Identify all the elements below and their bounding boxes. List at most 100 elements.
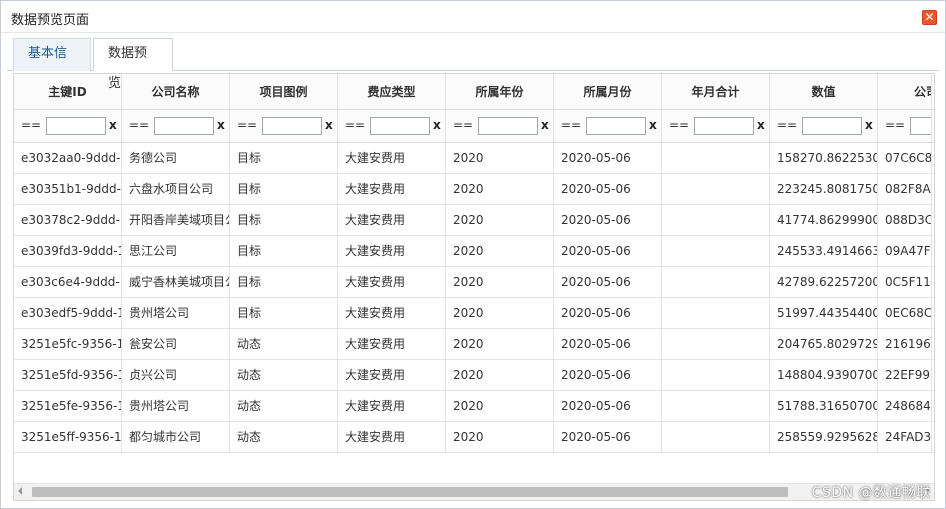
table-cell: 大建安费用 (338, 174, 446, 204)
clear-filter-icon[interactable]: x (541, 118, 549, 132)
table-cell: 六盘水项目公司 (122, 174, 230, 204)
table-row[interactable]: 3251e5ff-9356-11 都匀城市公司 动态 大建安费用 2020 2020-05… (14, 422, 934, 453)
table-cell: 2020-05-06 (554, 174, 662, 204)
column-header[interactable]: 数值 (770, 74, 878, 109)
table-row[interactable]: e30378c2-9ddd-11开阳香岸美域项目公司目标大建安费用2020202… (14, 205, 934, 236)
clear-filter-icon[interactable]: x (865, 118, 873, 132)
filter-input[interactable] (586, 117, 646, 135)
table-cell: 2020 (446, 236, 554, 266)
table-cell: 223245.80817500 (770, 174, 878, 204)
filter-input[interactable] (370, 117, 430, 135)
close-button[interactable]: ✕ (922, 10, 937, 25)
column-header[interactable]: 所属月份 (554, 74, 662, 109)
table-cell (662, 298, 770, 328)
table-cell: 目标 (230, 205, 338, 235)
filter-input[interactable] (694, 117, 754, 135)
table-row[interactable]: e30351b1-9ddd-11六盘水项目公司目标大建安费用20202020-0… (14, 174, 934, 205)
filter-input[interactable] (478, 117, 538, 135)
table-cell: 09A47F4 (878, 236, 932, 266)
table-cell: 目标 (230, 236, 338, 266)
table-cell (662, 205, 770, 235)
column-header[interactable]: 费应类型 (338, 74, 446, 109)
tab-bar: 基本信息 数据预览 (1, 34, 945, 91)
table-cell (662, 174, 770, 204)
table-cell: 大建安费用 (338, 360, 446, 390)
column-header[interactable]: 年月合计 (662, 74, 770, 109)
table-cell: 2020-05-06 (554, 143, 662, 173)
table-cell: 3251e5fc-9356-11 (14, 329, 122, 359)
table-cell: 2020 (446, 329, 554, 359)
table-cell: 动态 (230, 422, 338, 452)
table-cell: e3032aa0-9ddd-11 (14, 143, 122, 173)
table-row[interactable]: 3251e5fc-9356-11 瓮安公司 动态 大建安费用 2020 2020-05-0… (14, 329, 934, 360)
close-icon: ✕ (924, 10, 935, 24)
column-header[interactable]: 所属年份 (446, 74, 554, 109)
filter-input[interactable] (154, 117, 214, 135)
clear-filter-icon[interactable]: x (649, 118, 657, 132)
table-cell: e30378c2-9ddd-11 (14, 205, 122, 235)
table-cell: 51997.443544000 (770, 298, 878, 328)
window-title: 数据预览页面 (11, 13, 90, 28)
table-cell: 2020 (446, 360, 554, 390)
filter-input[interactable] (802, 117, 862, 135)
table-cell: 0C5F11E (878, 267, 932, 297)
table-cell: 2020-05-06 (554, 329, 662, 359)
clear-filter-icon[interactable]: x (325, 118, 333, 132)
table-cell: 204765.80297297 (770, 329, 878, 359)
table-cell: 思江公司 (122, 236, 230, 266)
table-row[interactable]: 3251e5fe-9356-11 贵州塔公司 动态 大建安费用 2020 2020-05-… (14, 391, 934, 422)
column-header[interactable]: 主键ID (14, 74, 122, 109)
table-cell: e303edf5-9ddd-11 (14, 298, 122, 328)
filter-operator: == (777, 118, 798, 132)
table-cell (662, 236, 770, 266)
data-preview-dialog: 数据预览页面 ✕ 基本信息 数据预览 主键ID公司名称项目图例费应类型所属年份所… (0, 0, 946, 509)
table-cell: 威宁香林美城项目公司 (122, 267, 230, 297)
clear-filter-icon[interactable]: x (433, 118, 441, 132)
tab-data-preview[interactable]: 数据预览 (93, 38, 173, 91)
filter-operator: == (237, 118, 258, 132)
filter-operator: == (21, 118, 42, 132)
title-bar: 数据预览页面 ✕ (1, 1, 945, 33)
table-cell: 07C6C81 (878, 143, 932, 173)
scroll-left-arrow-icon[interactable] (18, 487, 22, 495)
filter-operator: == (669, 118, 690, 132)
table-cell (662, 360, 770, 390)
column-header[interactable]: 公司名称 (122, 74, 230, 109)
column-filter: == x (338, 110, 446, 142)
table-row[interactable]: e3039fd3-9ddd-11 思江公司 目标 大建安费用 2020 2020-05-0… (14, 236, 934, 267)
table-cell: 2020 (446, 391, 554, 421)
table-cell: e30351b1-9ddd-11 (14, 174, 122, 204)
column-header[interactable]: 公司 (878, 74, 932, 109)
scroll-thumb[interactable] (32, 487, 788, 497)
column-filter: == x (14, 110, 122, 142)
table-row[interactable]: e3032aa0-9ddd-11务德公司目标大建安费用20202020-05-0… (14, 143, 934, 174)
table-cell: 258559.92956285 (770, 422, 878, 452)
table-cell: 都匀城市公司 (122, 422, 230, 452)
clear-filter-icon[interactable]: x (757, 118, 765, 132)
table-cell (662, 267, 770, 297)
filter-input[interactable] (910, 117, 931, 135)
table-cell: e303c6e4-9ddd-11 (14, 267, 122, 297)
table-cell: 2020-05-06 (554, 267, 662, 297)
clear-filter-icon[interactable]: x (217, 118, 225, 132)
table-cell: 目标 (230, 267, 338, 297)
table-cell: 动态 (230, 360, 338, 390)
table-cell: 大建安费用 (338, 236, 446, 266)
table-cell: 158270.86225305 (770, 143, 878, 173)
table-cell: 2020 (446, 143, 554, 173)
column-filter: == x (230, 110, 338, 142)
filter-input[interactable] (46, 117, 106, 135)
horizontal-scrollbar[interactable] (14, 483, 934, 500)
tab-basic-info[interactable]: 基本信息 (13, 38, 91, 91)
clear-filter-icon[interactable]: x (109, 118, 117, 132)
table-cell (662, 143, 770, 173)
table-cell: 41774.862999000 (770, 205, 878, 235)
table-row[interactable]: e303edf5-9ddd-11 贵州塔公司 目标 大建安费用 2020 2020-05-… (14, 298, 934, 329)
filter-input[interactable] (262, 117, 322, 135)
table-cell (662, 329, 770, 359)
table-cell: 大建安费用 (338, 391, 446, 421)
table-row[interactable]: e303c6e4-9ddd-11威宁香林美城项目公司目标大建安费用2020202… (14, 267, 934, 298)
column-header[interactable]: 项目图例 (230, 74, 338, 109)
table-row[interactable]: 3251e5fd-9356-11 贞兴公司 动态 大建安费用 2020 2020-05-0… (14, 360, 934, 391)
column-filter: == x (770, 110, 878, 142)
